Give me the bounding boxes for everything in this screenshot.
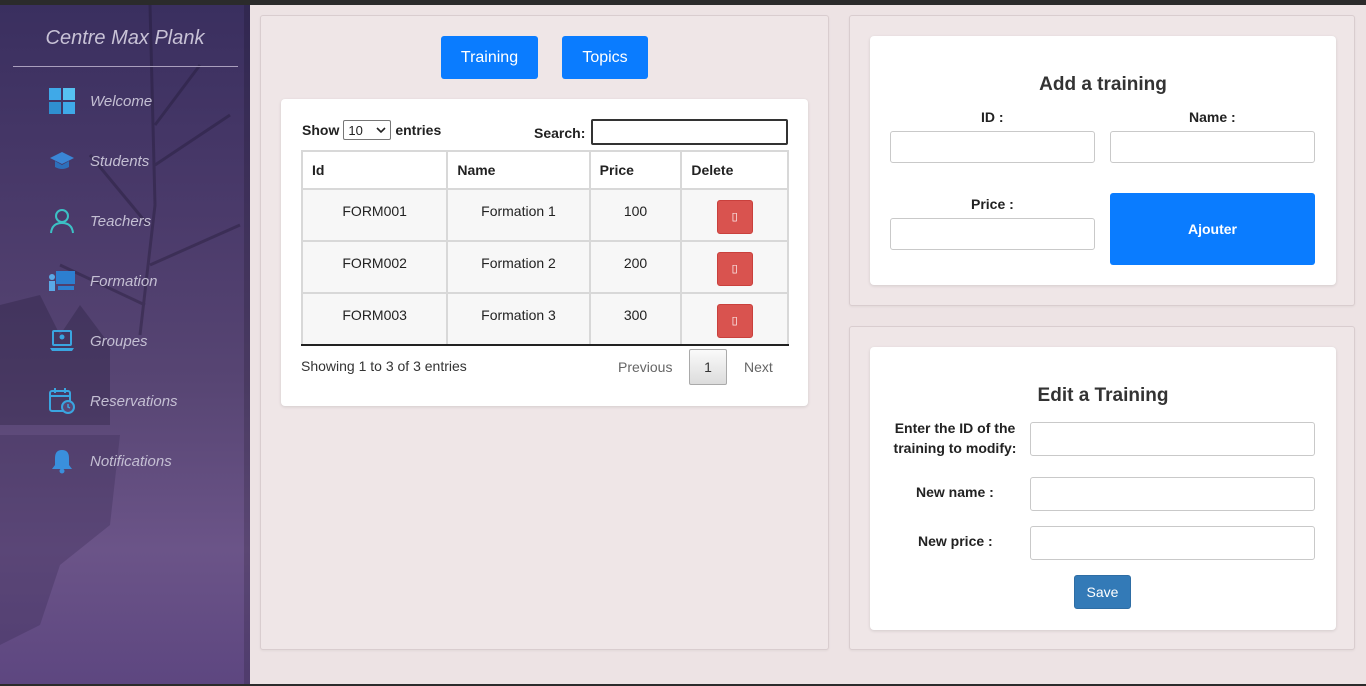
entries-label: entries	[395, 122, 442, 138]
table-row: FORM002 Formation 2 200 ▯	[300, 240, 789, 294]
sidebar: Centre Max Plank Welcome Students Teache…	[0, 5, 250, 686]
sidebar-item-formation[interactable]: Formation	[48, 264, 158, 298]
search-label: Search:	[534, 125, 586, 141]
price-label: Price :	[971, 196, 1014, 212]
trainings-table: Id Name Price Delete FORM001 Formation 1…	[300, 150, 789, 346]
column-header-id[interactable]: Id	[300, 150, 449, 190]
calendar-clock-icon	[48, 387, 76, 415]
column-header-price[interactable]: Price	[588, 150, 683, 190]
cell-price: 200	[588, 240, 683, 294]
cell-price: 300	[588, 292, 683, 346]
laptop-user-icon	[48, 327, 76, 355]
sidebar-item-label: Teachers	[90, 212, 152, 230]
sidebar-item-label: Welcome	[90, 92, 153, 110]
cell-delete: ▯	[680, 292, 789, 346]
brand-title: Centre Max Plank	[45, 27, 205, 49]
cell-name: Formation 1	[446, 188, 591, 242]
name-input[interactable]	[1110, 131, 1315, 163]
cell-id: FORM003	[300, 292, 449, 346]
sidebar-item-reservations[interactable]: Reservations	[48, 384, 178, 418]
sidebar-item-groupes[interactable]: Groupes	[48, 324, 148, 358]
cell-name: Formation 3	[446, 292, 591, 346]
pagination-page-1[interactable]: 1	[689, 349, 727, 385]
delete-button[interactable]: ▯	[716, 304, 753, 338]
search-input[interactable]	[591, 119, 788, 145]
sidebar-item-label: Groupes	[90, 332, 148, 350]
sidebar-item-label: Notifications	[90, 452, 172, 470]
name-label: Name :	[1189, 109, 1236, 125]
graduation-cap-icon	[48, 147, 76, 175]
cell-name: Formation 2	[446, 240, 591, 294]
table-header-row: Id Name Price Delete	[300, 150, 789, 190]
price-input[interactable]	[890, 218, 1095, 250]
training-board-icon	[48, 267, 76, 295]
teacher-icon	[48, 207, 76, 235]
cell-delete: ▯	[680, 188, 789, 242]
table-row: FORM001 Formation 1 100 ▯	[300, 188, 789, 242]
sidebar-item-label: Formation	[90, 272, 158, 290]
pagination-previous[interactable]: Previous	[618, 359, 672, 375]
tab-topics[interactable]: Topics	[562, 36, 648, 79]
cell-id: FORM002	[300, 240, 449, 294]
dashboard-grid-icon	[48, 87, 76, 115]
cell-id: FORM001	[300, 188, 449, 242]
add-training-card: Add a training ID : Name : Price : Ajout…	[870, 36, 1336, 285]
page-size-select[interactable]: 10	[343, 120, 392, 140]
pagination-next[interactable]: Next	[744, 359, 773, 375]
cell-delete: ▯	[680, 240, 789, 294]
delete-button[interactable]: ▯	[716, 200, 753, 234]
delete-button[interactable]: ▯	[716, 252, 753, 286]
column-header-delete[interactable]: Delete	[680, 150, 789, 190]
sidebar-item-welcome[interactable]: Welcome	[48, 84, 152, 118]
edit-form-title: Edit a Training	[1037, 385, 1169, 406]
edit-id-label-line-2: training to modify:	[893, 440, 1017, 456]
id-input[interactable]	[890, 131, 1095, 163]
edit-id-label-line-1: Enter the ID of the	[894, 420, 1016, 436]
edit-id-input[interactable]	[1030, 422, 1315, 456]
column-header-name[interactable]: Name	[446, 150, 591, 190]
page-size-control: Show 10 entries	[302, 120, 441, 140]
save-button[interactable]: Save	[1074, 575, 1131, 609]
sidebar-item-label: Reservations	[90, 392, 178, 410]
edit-training-panel: Edit a Training Enter the ID of the trai…	[849, 326, 1355, 650]
cell-price: 100	[588, 188, 683, 242]
sidebar-item-label: Students	[90, 152, 150, 170]
edit-id-label: Enter the ID of the training to modify:	[890, 418, 1020, 458]
show-label: Show	[302, 122, 340, 138]
trainings-panel: Training Topics Show 10 entries Search: …	[260, 15, 829, 650]
trainings-table-card: Show 10 entries Search: Id Name Price De…	[281, 99, 808, 406]
tab-training[interactable]: Training	[441, 36, 538, 79]
page-size-value: 10	[348, 122, 363, 138]
table-row: FORM003 Formation 3 300 ▯	[300, 292, 789, 346]
new-price-label: New price :	[918, 533, 993, 549]
sidebar-edge-shadow	[244, 5, 250, 686]
sidebar-item-students[interactable]: Students	[48, 144, 149, 178]
chevron-down-icon	[376, 127, 386, 133]
edit-training-card: Edit a Training Enter the ID of the trai…	[870, 347, 1336, 630]
table-info: Showing 1 to 3 of 3 entries	[301, 358, 467, 374]
add-training-submit-button[interactable]: Ajouter	[1110, 193, 1315, 265]
brand-divider	[13, 66, 238, 67]
sidebar-item-teachers[interactable]: Teachers	[48, 204, 151, 238]
new-name-input[interactable]	[1030, 477, 1315, 511]
add-training-panel: Add a training ID : Name : Price : Ajout…	[849, 15, 1355, 306]
add-form-title: Add a training	[1039, 74, 1167, 95]
id-label: ID :	[981, 109, 1004, 125]
bell-icon	[48, 447, 76, 475]
sidebar-item-notifications[interactable]: Notifications	[48, 444, 172, 478]
new-name-label: New name :	[916, 484, 994, 500]
new-price-input[interactable]	[1030, 526, 1315, 560]
